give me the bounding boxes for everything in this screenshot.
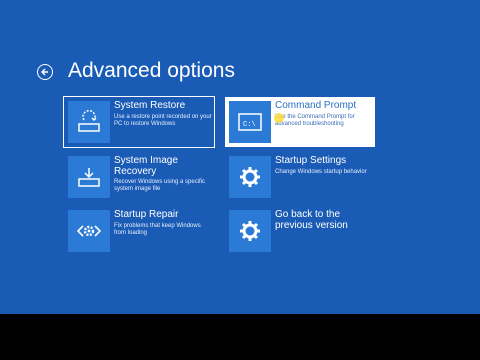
svg-text:C:\: C:\ — [243, 121, 256, 129]
command-prompt-tile[interactable]: C:\ Command Prompt Use the Command Promp… — [225, 97, 375, 147]
startup-repair-tile[interactable]: Startup Repair Fix problems that keep Wi… — [64, 206, 214, 256]
back-button[interactable] — [37, 64, 53, 80]
tile-name: System Restore — [114, 100, 186, 111]
tile-description: Fix problems that keep Windows from load… — [114, 223, 201, 236]
tile-description: Use the Command Prompt for advanced trou… — [275, 114, 355, 127]
gear-icon — [229, 156, 271, 198]
startup-settings-tile[interactable]: Startup Settings Change Windows startup … — [225, 152, 375, 202]
page-title: Advanced options — [68, 59, 235, 82]
letterbox-bar — [0, 314, 480, 360]
system-image-recovery-tile[interactable]: System Image Recovery Recover Windows us… — [64, 152, 214, 202]
system-restore-tile[interactable]: System Restore Use a restore point recor… — [63, 96, 215, 148]
system-image-icon — [68, 156, 110, 198]
command-prompt-icon: C:\ — [229, 101, 271, 143]
tile-description: Change Windows startup behavior — [275, 169, 367, 175]
tile-name: System Image Recovery — [114, 155, 178, 177]
tile-name: Startup Repair — [114, 209, 179, 220]
recovery-screen: Advanced options System Restore Use a re… — [0, 0, 480, 314]
back-arrow-icon — [41, 68, 48, 76]
tile-name: Startup Settings — [275, 155, 347, 166]
tile-name: Go back to the previous version — [275, 209, 348, 231]
tile-name: Command Prompt — [275, 100, 357, 111]
gear-icon — [229, 210, 271, 252]
tile-description: Recover Windows using a specific system … — [114, 179, 206, 192]
startup-repair-icon — [68, 210, 110, 252]
go-back-previous-version-tile[interactable]: Go back to the previous version — [225, 206, 375, 256]
system-restore-icon — [68, 101, 110, 143]
tile-description: Use a restore point recorded on your PC … — [114, 114, 212, 127]
mouse-cursor-highlight — [274, 113, 284, 123]
